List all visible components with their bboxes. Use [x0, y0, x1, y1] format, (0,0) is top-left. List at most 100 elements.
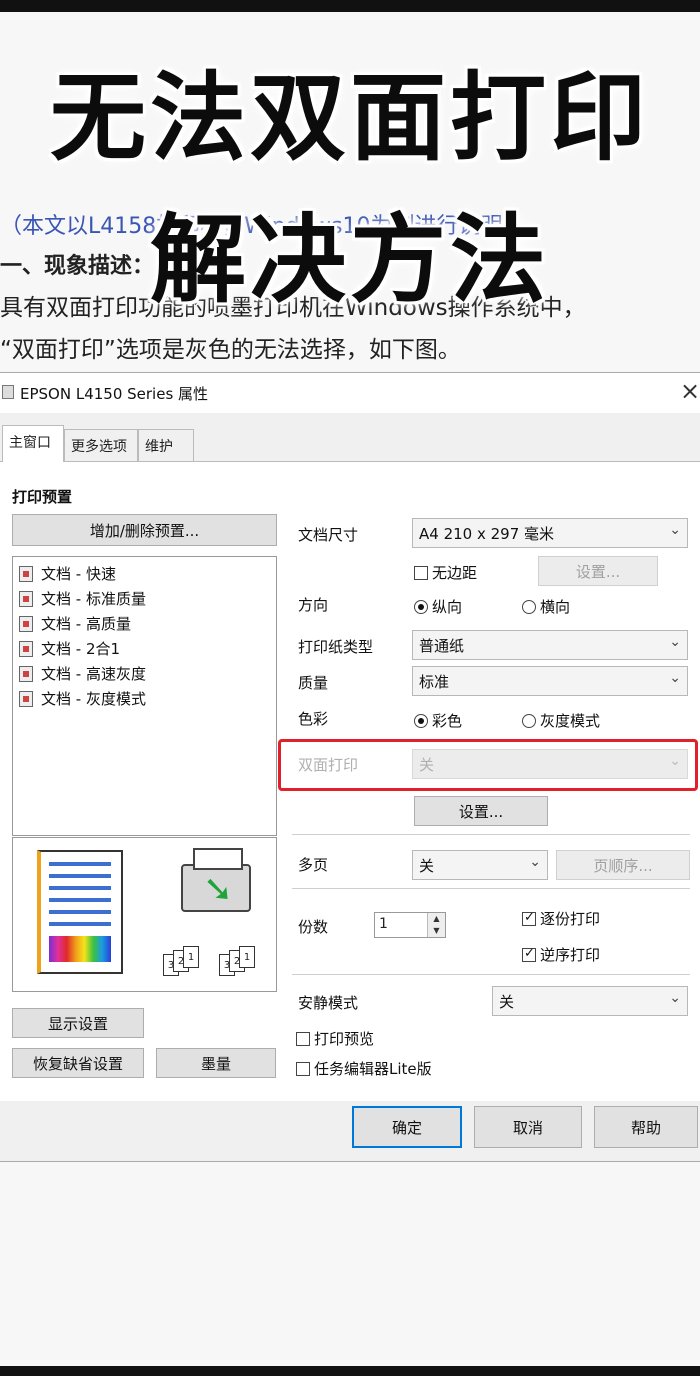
grayscale-option-label: 灰度模式: [540, 712, 601, 730]
ok-button[interactable]: 确定: [352, 1106, 462, 1148]
preset-item[interactable]: 文档 - 标准质量: [19, 588, 146, 609]
quiet-mode-value: 关: [499, 993, 515, 1011]
chevron-down-icon: ⌄: [529, 854, 541, 870]
show-settings-button[interactable]: 显示设置: [12, 1008, 144, 1038]
orientation-label: 方向: [298, 596, 329, 614]
preset-item[interactable]: 文档 - 2合1: [19, 638, 120, 659]
preset-label: 文档 - 灰度模式: [41, 690, 146, 708]
restore-defaults-button[interactable]: 恢复缺省设置: [12, 1048, 144, 1078]
chevron-down-icon: ⌄: [669, 522, 681, 538]
paper-feed-arrow-icon: ➘: [203, 869, 234, 910]
multipage-value: 关: [419, 857, 435, 875]
radio-indicator: [414, 714, 428, 728]
preset-label: 文档 - 高速灰度: [41, 665, 146, 683]
color-option-label: 彩色: [432, 712, 463, 730]
preset-item[interactable]: 文档 - 高速灰度: [19, 663, 146, 684]
radio-indicator: [522, 714, 536, 728]
color-image: [49, 936, 111, 962]
chevron-down-icon: ⌄: [669, 634, 681, 650]
preset-item[interactable]: 文档 - 高质量: [19, 613, 131, 634]
document-icon: [19, 590, 33, 607]
chevron-down-icon: ⌄: [669, 990, 681, 1006]
multipage-label: 多页: [298, 856, 329, 874]
top-border: [0, 0, 700, 12]
portrait-label: 纵向: [432, 598, 463, 616]
quality-value: 标准: [419, 673, 450, 691]
duplex-settings-button[interactable]: 设置...: [414, 796, 548, 826]
page-order-button[interactable]: 页顺序...: [556, 850, 690, 880]
color-radio[interactable]: 彩色: [414, 710, 462, 731]
divider: [292, 974, 690, 975]
orientation-landscape-radio[interactable]: 横向: [522, 596, 570, 617]
divider: [292, 888, 690, 889]
chevron-down-icon: ⌄: [669, 670, 681, 686]
orientation-portrait-radio[interactable]: 纵向: [414, 596, 462, 617]
copies-stepper[interactable]: 1 ▲ ▼: [374, 912, 446, 938]
tab-maintenance[interactable]: 维护: [138, 429, 194, 461]
document-icon: [19, 665, 33, 682]
page-stack-icon: 321: [163, 946, 207, 976]
print-preview-checkbox[interactable]: 打印预览: [296, 1028, 374, 1049]
print-preview-label: 打印预览: [314, 1030, 375, 1048]
duplex-select[interactable]: 关 ⌄: [412, 749, 688, 779]
document-icon: [19, 690, 33, 707]
collate-checkbox[interactable]: 逐份打印: [522, 908, 600, 929]
duplex-label: 双面打印: [298, 756, 359, 774]
preset-item[interactable]: 文档 - 灰度模式: [19, 688, 146, 709]
document-icon: [19, 565, 33, 582]
tab-main[interactable]: 主窗口: [2, 425, 64, 462]
quality-label: 质量: [298, 674, 329, 692]
copies-label: 份数: [298, 918, 329, 936]
preset-label: 文档 - 高质量: [41, 615, 131, 633]
paper-type-value: 普通纸: [419, 637, 465, 655]
preset-label: 文档 - 2合1: [41, 640, 121, 658]
text-line: [49, 886, 111, 890]
job-arranger-label: 任务编辑器Lite版: [314, 1060, 432, 1078]
cancel-button[interactable]: 取消: [474, 1106, 582, 1148]
radio-indicator: [414, 600, 428, 614]
radio-indicator: [522, 600, 536, 614]
page-stack-icon: 321: [219, 946, 263, 976]
preset-item[interactable]: 文档 - 快速: [19, 563, 116, 584]
text-line: [49, 862, 111, 866]
color-label: 色彩: [298, 710, 329, 728]
help-button[interactable]: 帮助: [594, 1106, 698, 1148]
text-line: [49, 898, 111, 902]
paper-size-value: A4 210 x 297 毫米: [419, 525, 555, 543]
text-line: [49, 874, 111, 878]
collate-label: 逐份打印: [540, 910, 601, 928]
borderless-label: 无边距: [432, 564, 478, 582]
presets-list[interactable]: 文档 - 快速 文档 - 标准质量 文档 - 高质量 文档 - 2合1 文档 -…: [12, 556, 277, 836]
checkbox-box: [296, 1032, 310, 1046]
paper-size-select[interactable]: A4 210 x 297 毫米 ⌄: [412, 518, 688, 548]
reverse-label: 逆序打印: [540, 946, 601, 964]
dialog-titlebar: EPSON L4150 Series 属性 ×: [0, 373, 700, 413]
paper-preview: [37, 850, 123, 974]
text-line: [49, 922, 111, 926]
ink-levels-button[interactable]: 墨量: [156, 1048, 276, 1078]
borderless-settings-button[interactable]: 设置...: [538, 556, 658, 586]
main-tab-panel: 打印预置 增加/删除预置... 文档 - 快速 文档 - 标准质量 文档 - 高…: [0, 461, 700, 1101]
job-arranger-checkbox[interactable]: 任务编辑器Lite版: [296, 1058, 432, 1079]
tab-more-options[interactable]: 更多选项: [64, 429, 138, 461]
multipage-select[interactable]: 关 ⌄: [412, 850, 548, 880]
reverse-order-checkbox[interactable]: 逆序打印: [522, 944, 600, 965]
paper-size-label: 文档尺寸: [298, 526, 359, 544]
quiet-mode-select[interactable]: 关 ⌄: [492, 986, 688, 1016]
close-icon[interactable]: ×: [680, 377, 700, 405]
checkbox-box: [522, 910, 536, 926]
landscape-label: 横向: [540, 598, 571, 616]
stepper-arrows-icon[interactable]: ▲ ▼: [427, 913, 445, 937]
preset-label: 文档 - 快速: [41, 565, 116, 583]
quiet-mode-label: 安静模式: [298, 994, 359, 1012]
add-remove-preset-button[interactable]: 增加/删除预置...: [12, 514, 277, 546]
checkbox-box: [296, 1062, 310, 1076]
duplex-value: 关: [419, 756, 435, 774]
article-paragraph-line2: “双面打印”选项是灰色的无法选择，如下图。: [0, 337, 461, 363]
paper-type-select[interactable]: 普通纸 ⌄: [412, 630, 688, 660]
borderless-checkbox[interactable]: 无边距: [414, 562, 477, 583]
grayscale-radio[interactable]: 灰度模式: [522, 710, 600, 731]
quality-select[interactable]: 标准 ⌄: [412, 666, 688, 696]
divider: [292, 834, 690, 835]
printer-app-icon: [2, 385, 14, 399]
